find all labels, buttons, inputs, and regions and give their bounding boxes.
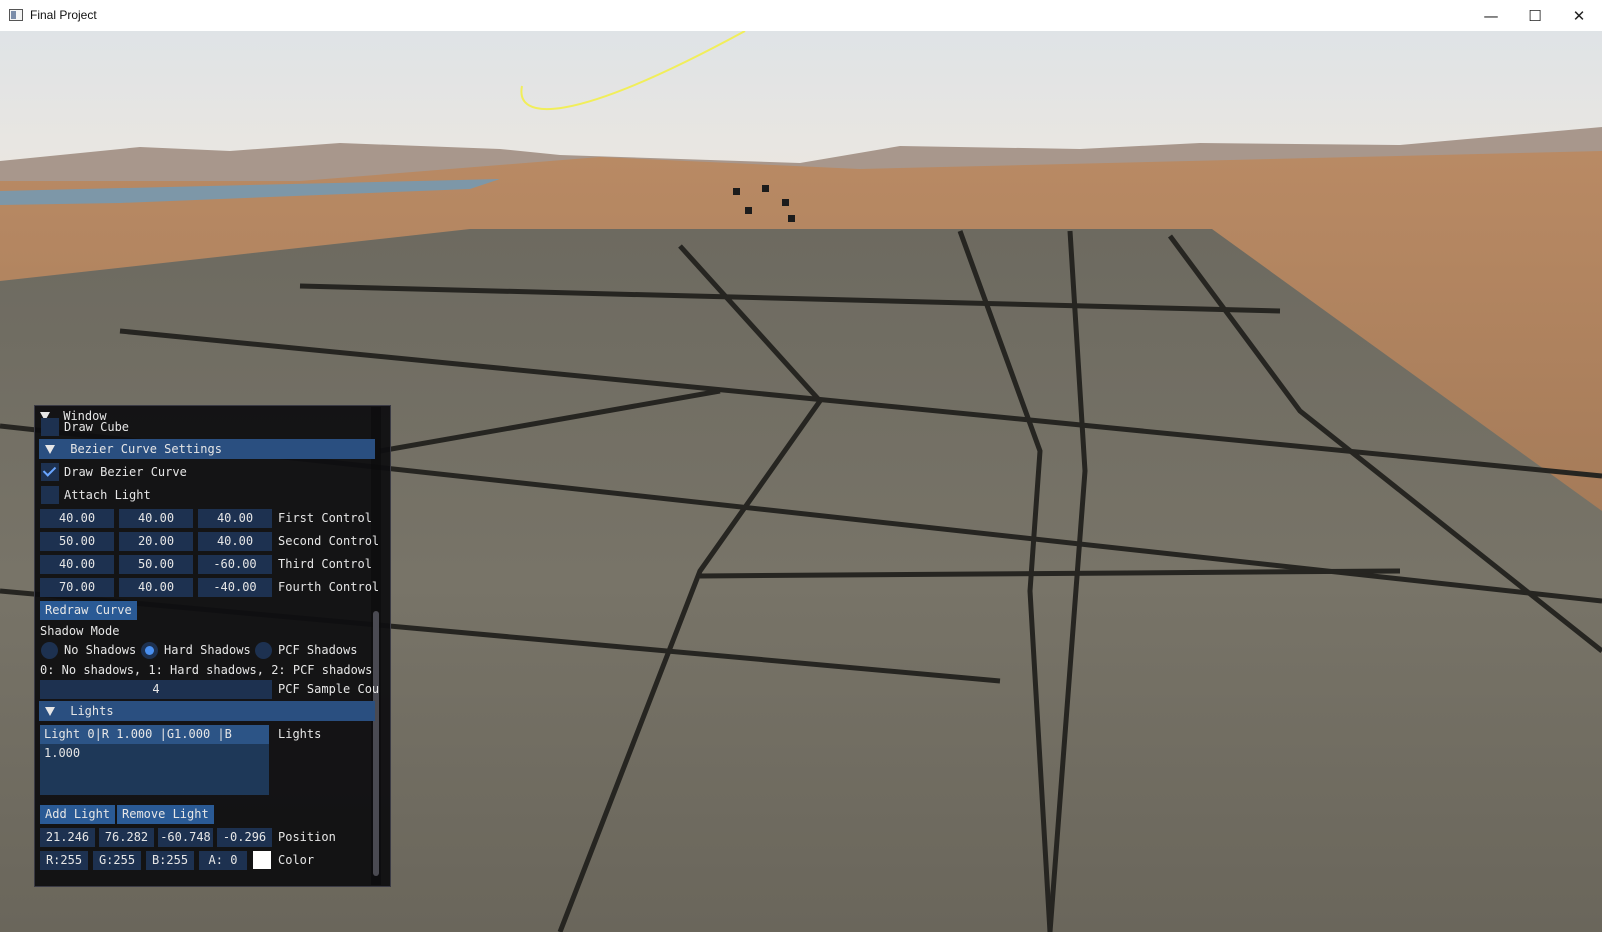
- attach-light-checkbox[interactable]: [41, 486, 59, 504]
- hard-shadows-label: Hard Shadows: [164, 643, 251, 657]
- shadow-help-text: 0: No shadows, 1: Hard shadows, 2: PCF s…: [40, 663, 373, 677]
- lights-listbox[interactable]: Light 0|R 1.000 |G1.000 |B 1.000: [40, 725, 269, 795]
- pcf-shadows-radio[interactable]: [255, 642, 272, 659]
- color-a-field[interactable]: A: 0: [199, 851, 247, 870]
- pcf-shadows-label: PCF Shadows: [278, 643, 358, 657]
- fourth-control-x[interactable]: 70.00: [40, 578, 114, 597]
- third-control-z[interactable]: -60.00: [198, 555, 272, 574]
- scrollbar-thumb[interactable]: [373, 611, 379, 876]
- pcf-sample-count-label: PCF Sample Cou: [278, 682, 380, 696]
- second-control-x[interactable]: 50.00: [40, 532, 114, 551]
- shadow-mode-label: Shadow Mode: [40, 624, 120, 638]
- color-label: Color: [278, 853, 315, 867]
- window-title: Final Project: [30, 8, 97, 22]
- list-item[interactable]: Light 0|R 1.000 |G1.000 |B 1.000: [40, 725, 269, 760]
- position-x-field[interactable]: 21.246: [40, 828, 95, 847]
- second-control-label: Second Control: [278, 534, 380, 548]
- draw-cube-checkbox[interactable]: [41, 418, 59, 436]
- second-control-z[interactable]: 40.00: [198, 532, 272, 551]
- lights-list-label: Lights: [278, 727, 322, 741]
- first-control-z[interactable]: 40.00: [198, 509, 272, 528]
- position-label: Position: [278, 830, 336, 844]
- first-control-x[interactable]: 40.00: [40, 509, 114, 528]
- no-shadows-label: No Shadows: [64, 643, 137, 657]
- lights-header[interactable]: Lights: [39, 701, 375, 721]
- color-g-field[interactable]: G:255: [93, 851, 141, 870]
- fourth-control-label: Fourth Control: [278, 580, 380, 594]
- maximize-button[interactable]: ☐: [1512, 0, 1558, 31]
- third-control-y[interactable]: 50.00: [119, 555, 193, 574]
- third-control-x[interactable]: 40.00: [40, 555, 114, 574]
- third-control-label: Third Control: [278, 557, 372, 571]
- close-button[interactable]: ✕: [1556, 0, 1602, 31]
- first-control-label: First Control: [278, 511, 372, 525]
- imgui-window[interactable]: Window Draw Cube Bezier Curve Settings D…: [34, 405, 391, 887]
- position-w-field[interactable]: -0.296: [217, 828, 272, 847]
- bezier-settings-header[interactable]: Bezier Curve Settings: [39, 439, 375, 459]
- color-swatch[interactable]: [253, 851, 271, 869]
- color-r-field[interactable]: R:255: [40, 851, 88, 870]
- title-bar: Final Project — ☐ ✕: [0, 0, 1602, 32]
- attach-light-label: Attach Light: [64, 488, 151, 502]
- add-light-button[interactable]: Add Light: [40, 805, 116, 824]
- remove-light-button[interactable]: Remove Light: [117, 805, 214, 824]
- hard-shadows-radio[interactable]: [141, 642, 158, 659]
- fourth-control-z[interactable]: -40.00: [198, 578, 272, 597]
- app-window-icon: [9, 9, 23, 21]
- fourth-control-y[interactable]: 40.00: [119, 578, 193, 597]
- collapse-arrow-icon: [45, 707, 55, 716]
- draw-cube-label: Draw Cube: [64, 420, 130, 434]
- color-b-field[interactable]: B:255: [146, 851, 194, 870]
- bezier-settings-label: Bezier Curve Settings: [70, 442, 222, 456]
- redraw-curve-button[interactable]: Redraw Curve: [40, 601, 137, 620]
- position-z-field[interactable]: -60.748: [158, 828, 213, 847]
- draw-bezier-checkbox[interactable]: [41, 463, 59, 481]
- first-control-y[interactable]: 40.00: [119, 509, 193, 528]
- lights-header-label: Lights: [70, 704, 114, 718]
- no-shadows-radio[interactable]: [41, 642, 58, 659]
- minimize-button[interactable]: —: [1468, 0, 1514, 31]
- draw-bezier-label: Draw Bezier Curve: [64, 465, 187, 479]
- pcf-sample-count-slider[interactable]: 4: [40, 680, 272, 699]
- position-y-field[interactable]: 76.282: [99, 828, 154, 847]
- collapse-arrow-icon: [45, 445, 55, 454]
- second-control-y[interactable]: 20.00: [119, 532, 193, 551]
